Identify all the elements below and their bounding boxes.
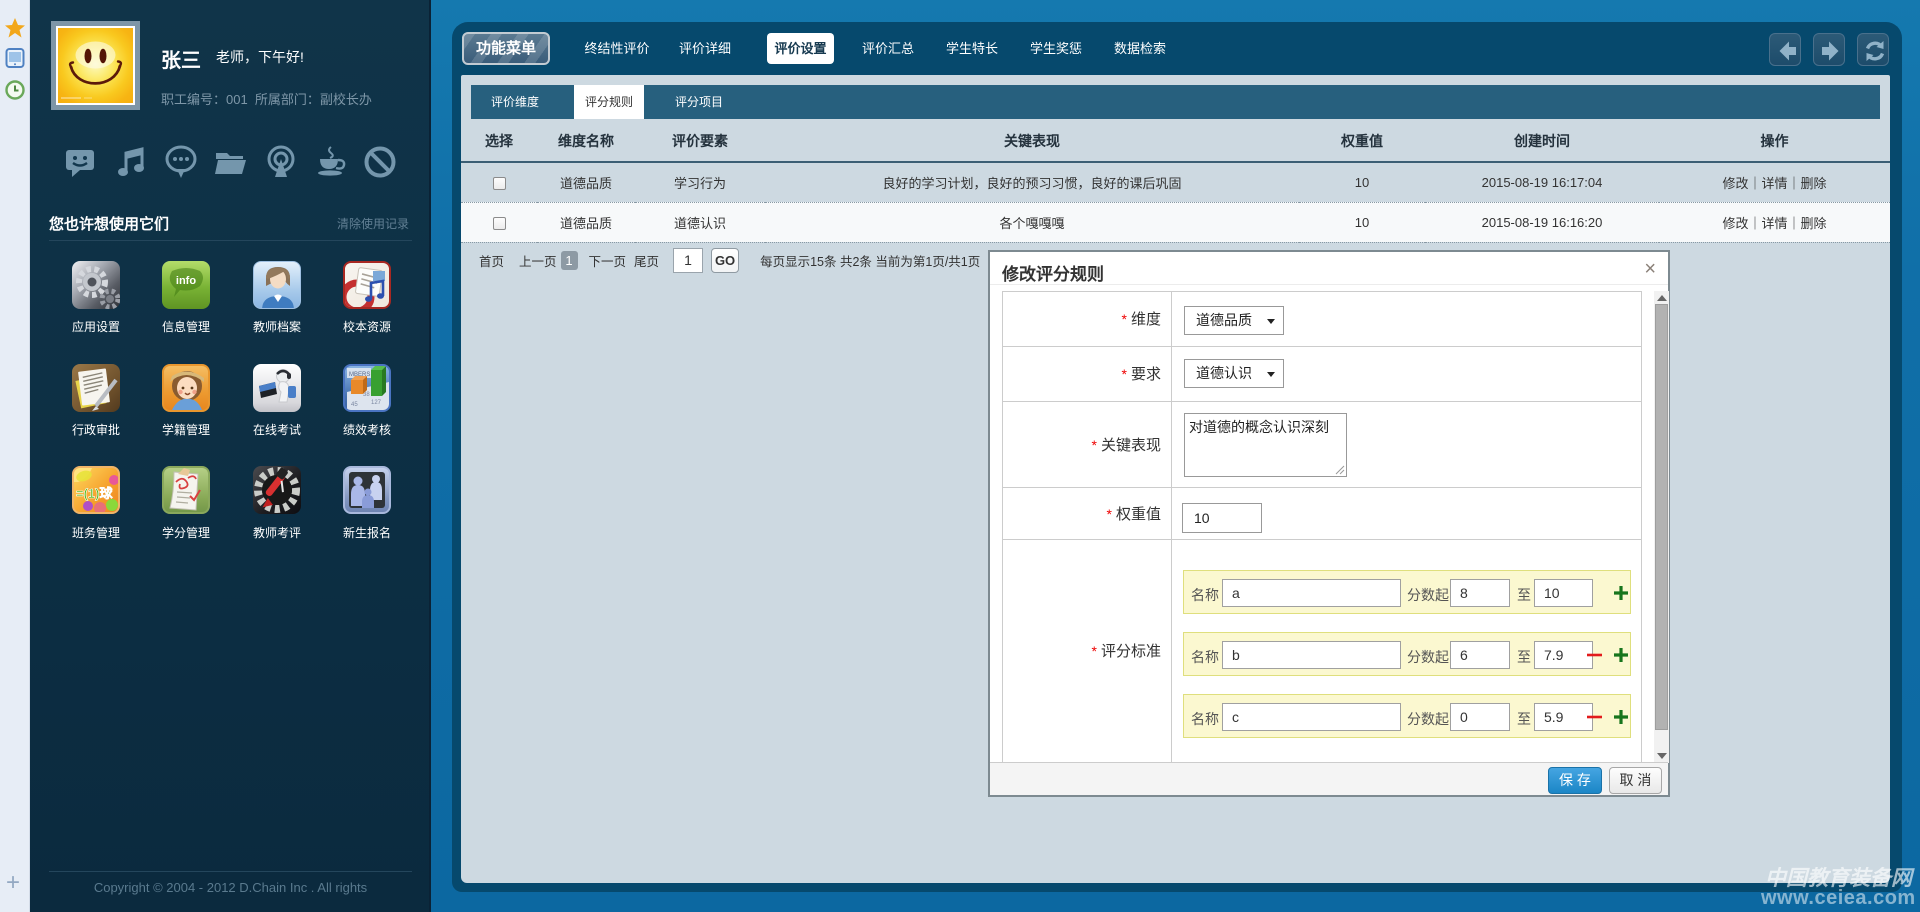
svg-text:45: 45 bbox=[351, 402, 358, 408]
svg-text:=(1)球: =(1)球 bbox=[76, 486, 113, 501]
svg-text:127: 127 bbox=[371, 400, 382, 406]
svg-text:38: 38 bbox=[363, 392, 370, 398]
svg-text:info: info bbox=[176, 275, 196, 287]
